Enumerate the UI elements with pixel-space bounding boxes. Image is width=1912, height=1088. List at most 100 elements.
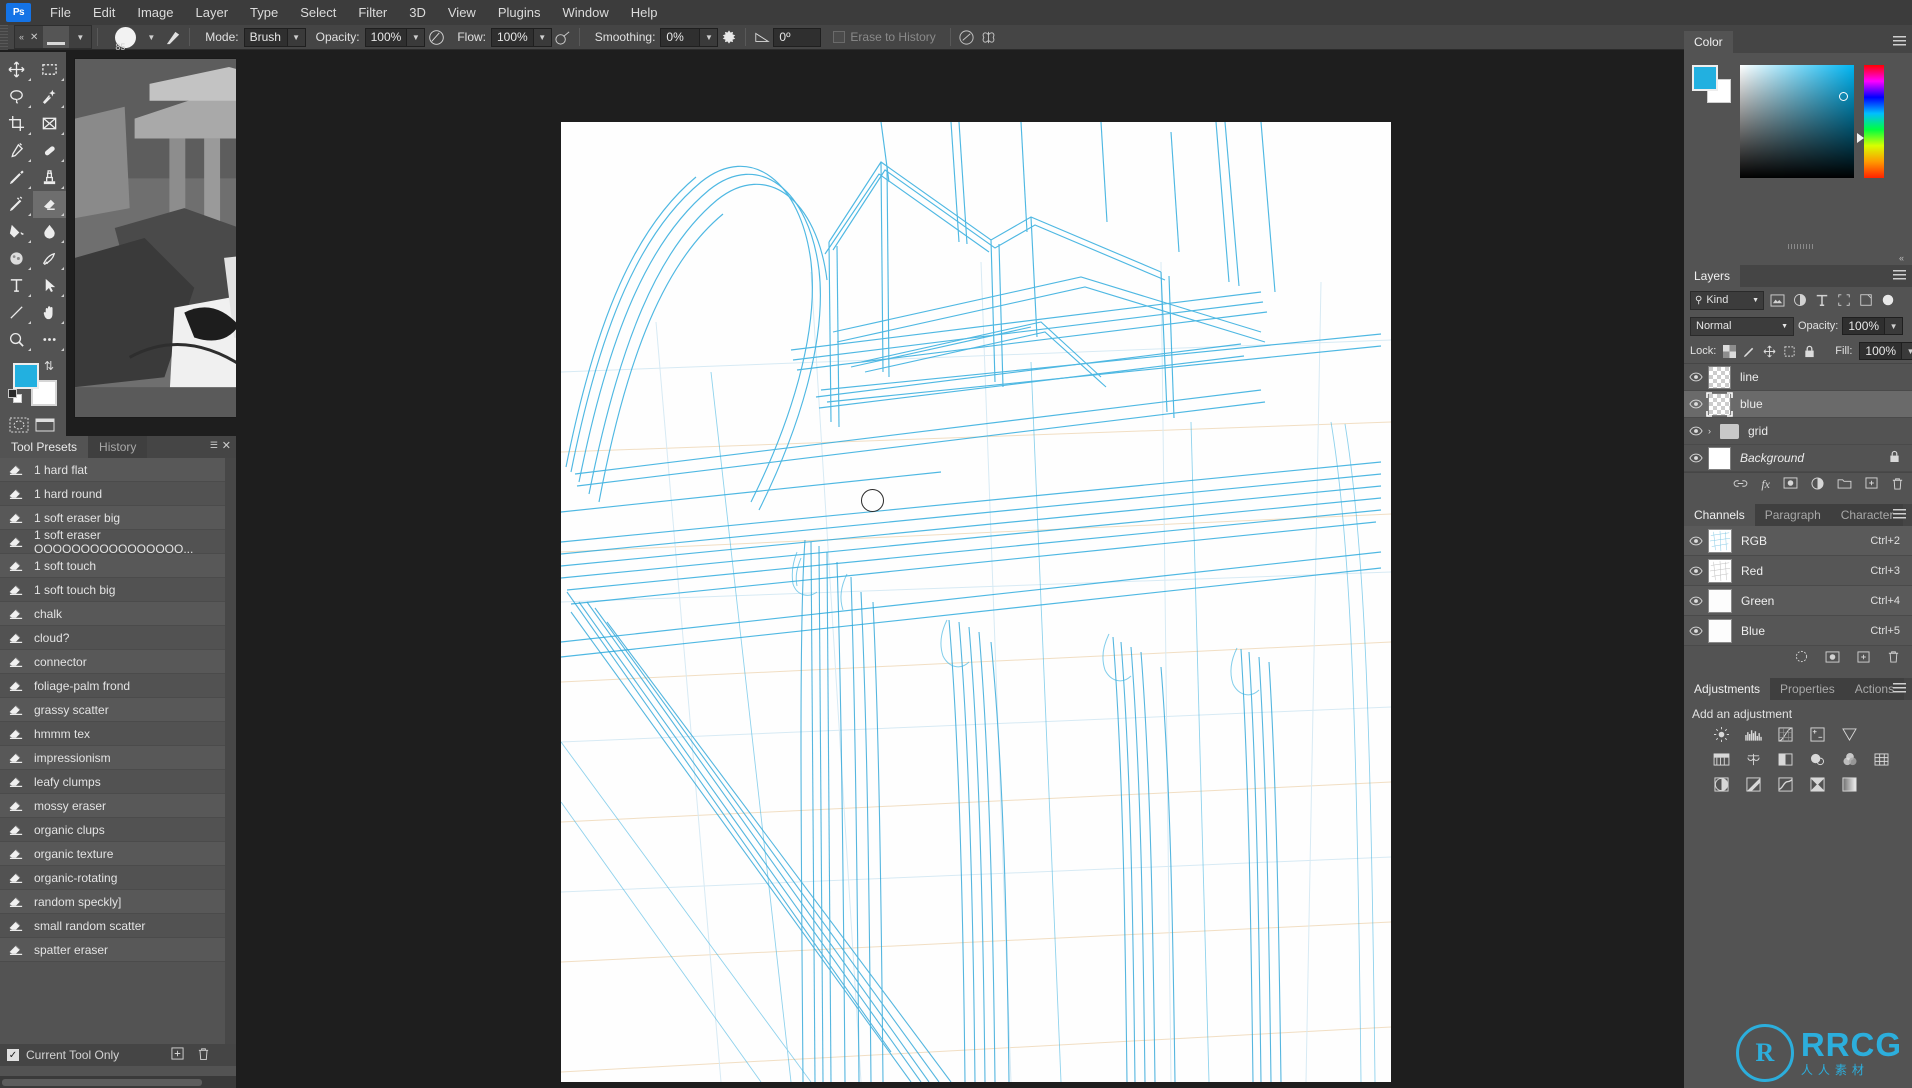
color-panel[interactable]	[1684, 53, 1912, 265]
clone-stamp-tool[interactable]	[33, 164, 66, 191]
spot-healing-brush-tool[interactable]	[33, 137, 66, 164]
lock-artboard-icon[interactable]	[1783, 343, 1796, 360]
channel-thumbnail[interactable]	[1708, 528, 1732, 553]
document-canvas[interactable]	[561, 122, 1391, 1082]
invert-icon[interactable]	[1712, 776, 1731, 793]
chevron-down-icon[interactable]: ▼	[1885, 317, 1904, 335]
tool-preset-item[interactable]: small random scatter	[0, 914, 225, 938]
menu-window[interactable]: Window	[551, 0, 619, 25]
options-bar-grip[interactable]	[0, 24, 8, 50]
flow-select[interactable]: 100% ▼	[491, 27, 552, 47]
new-preset-icon[interactable]	[171, 1046, 184, 1064]
collapse-icon[interactable]: «	[15, 32, 28, 42]
tool-preset-picker[interactable]: « ✕ ▼	[14, 25, 93, 49]
tool-preset-item[interactable]: leafy clumps	[0, 770, 225, 794]
tab-layers[interactable]: Layers	[1684, 265, 1741, 287]
tab-adjustments[interactable]: Adjustments	[1684, 678, 1771, 700]
pen-tool[interactable]	[33, 245, 66, 272]
gradient-map-icon[interactable]	[1840, 776, 1859, 793]
curves-icon[interactable]	[1776, 726, 1795, 743]
hue-saturation-icon[interactable]	[1712, 751, 1731, 768]
eraser-tool[interactable]	[33, 191, 66, 218]
layer-thumbnail[interactable]	[1708, 365, 1731, 389]
panel-resize-grip[interactable]	[1788, 244, 1814, 249]
symmetry-butterfly-icon[interactable]	[978, 26, 1000, 48]
layer-row[interactable]: blue	[1684, 391, 1912, 418]
dodge-tool[interactable]	[0, 245, 33, 272]
brush-tool[interactable]	[0, 164, 33, 191]
checkbox[interactable]	[833, 31, 846, 43]
close-icon[interactable]: ✕	[28, 32, 43, 43]
chevron-down-icon[interactable]: ▼	[69, 33, 91, 42]
channel-visibility-eye-icon[interactable]	[1684, 566, 1708, 576]
screen-mode-icon[interactable]	[34, 416, 56, 434]
flow-value[interactable]: 100%	[491, 27, 534, 47]
tool-preset-item[interactable]: organic-rotating	[0, 866, 225, 890]
lock-position-icon[interactable]	[1763, 343, 1776, 360]
smoothing-select[interactable]: 0% ▼	[660, 27, 719, 47]
channel-thumbnail[interactable]	[1708, 558, 1732, 583]
tool-preset-item[interactable]: grassy scatter	[0, 698, 225, 722]
horizontal-type-tool[interactable]	[0, 272, 33, 299]
posterize-icon[interactable]	[1744, 776, 1763, 793]
chevron-down-icon[interactable]: ▼	[1902, 342, 1912, 360]
layers-list[interactable]: line blue › grid Background	[1684, 363, 1912, 472]
layer-thumbnail[interactable]	[1708, 446, 1731, 470]
chevron-down-icon[interactable]: ▼	[1752, 297, 1759, 304]
object-selection-tool[interactable]	[33, 83, 66, 110]
collapse-icon[interactable]: «	[1899, 253, 1904, 263]
swap-colors-icon[interactable]: ⇅	[44, 359, 54, 373]
layer-filter-kind-select[interactable]: ⚲ Kind ▼	[1690, 290, 1764, 310]
tool-preset-item[interactable]: foliage-palm frond	[0, 674, 225, 698]
layer-row[interactable]: line	[1684, 364, 1912, 391]
vibrance-icon[interactable]	[1840, 726, 1859, 743]
brush-angle-icon[interactable]	[751, 26, 773, 48]
chevron-down-icon[interactable]: ▼	[140, 33, 162, 42]
edit-toolbar-tool[interactable]	[33, 326, 66, 353]
panel-menu-icon[interactable]	[1893, 270, 1906, 281]
lock-all-icon[interactable]	[1803, 343, 1816, 360]
chevron-down-icon[interactable]: ▼	[287, 27, 306, 47]
brush-angle-value[interactable]: 0º	[773, 27, 822, 47]
panel-menu-icon[interactable]	[1893, 509, 1906, 520]
tab-channels[interactable]: Channels	[1684, 504, 1755, 526]
layer-mask-icon[interactable]	[1783, 477, 1798, 492]
pixel-filter-icon[interactable]	[1769, 292, 1786, 309]
tool-preset-item[interactable]: 1 soft touch	[0, 554, 225, 578]
chevron-down-icon[interactable]: ▼	[533, 27, 552, 47]
levels-icon[interactable]	[1744, 726, 1763, 743]
lasso-tool[interactable]	[0, 83, 33, 110]
adjustment-filter-icon[interactable]	[1791, 292, 1808, 309]
menu-layer[interactable]: Layer	[185, 0, 240, 25]
type-filter-icon[interactable]	[1813, 292, 1830, 309]
color-lookup-icon[interactable]	[1872, 751, 1891, 768]
tool-preset-item[interactable]: impressionism	[0, 746, 225, 770]
menu-view[interactable]: View	[437, 0, 487, 25]
frame-tool[interactable]	[33, 110, 66, 137]
smartobject-filter-icon[interactable]	[1857, 292, 1874, 309]
chevron-down-icon[interactable]: ▼	[407, 27, 426, 47]
history-brush-tool[interactable]	[0, 191, 33, 218]
tab-properties[interactable]: Properties	[1770, 678, 1845, 700]
chevron-down-icon[interactable]: ▼	[700, 27, 719, 47]
selective-color-icon[interactable]	[1808, 776, 1827, 793]
erase-to-history-checkbox[interactable]: Erase to History	[833, 30, 936, 44]
group-expand-chevron-right-icon[interactable]: ›	[1708, 426, 1720, 436]
tool-preset-item[interactable]: connector	[0, 650, 225, 674]
black-white-icon[interactable]	[1776, 751, 1795, 768]
layer-opacity-value[interactable]: 100%	[1842, 317, 1886, 335]
channel-row[interactable]: Red Ctrl+3	[1684, 556, 1912, 586]
tool-preset-item[interactable]: organic texture	[0, 842, 225, 866]
mode-value[interactable]: Brush	[243, 27, 288, 47]
default-colors-icon[interactable]	[8, 389, 22, 403]
lock-image-pixels-icon[interactable]	[1743, 343, 1756, 360]
tool-preset-item[interactable]: 1 hard round	[0, 482, 225, 506]
menu-select[interactable]: Select	[289, 0, 347, 25]
blur-tool[interactable]	[33, 218, 66, 245]
blend-mode-select[interactable]: Normal ▼	[1690, 316, 1794, 336]
tool-presets-list[interactable]: 1 hard flat 1 hard round 1 soft eraser big…	[0, 458, 225, 1046]
current-tool-only-checkbox[interactable]: ✓	[7, 1049, 19, 1061]
channel-visibility-eye-icon[interactable]	[1684, 626, 1708, 636]
opacity-value[interactable]: 100%	[364, 27, 408, 47]
delete-channel-icon[interactable]	[1887, 650, 1900, 666]
